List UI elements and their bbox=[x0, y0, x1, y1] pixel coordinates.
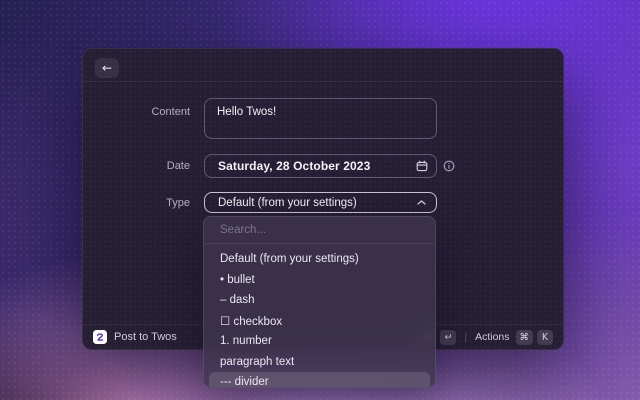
date-value: Saturday, 28 October 2023 bbox=[218, 159, 370, 173]
dropdown-options-list: Default (from your settings) • bullet – … bbox=[204, 244, 435, 388]
enter-key-badge: ↵ bbox=[440, 330, 456, 345]
type-label: Type bbox=[83, 196, 190, 210]
k-key-badge: K bbox=[537, 330, 553, 345]
dropdown-option-bullet[interactable]: • bullet bbox=[204, 270, 435, 291]
dropdown-option-divider[interactable]: --- divider bbox=[209, 372, 430, 388]
type-dropdown-panel: Default (from your settings) • bullet – … bbox=[203, 216, 436, 388]
shortcut-hints: ⌘ ↵ | Actions ⌘ K bbox=[419, 330, 553, 345]
post-to-twos-button[interactable]: Post to Twos bbox=[93, 330, 177, 344]
dropdown-option-default[interactable]: Default (from your settings) bbox=[204, 249, 435, 270]
content-input[interactable]: Hello Twos! bbox=[204, 98, 437, 139]
calendar-icon[interactable] bbox=[416, 160, 428, 172]
type-selected-value: Default (from your settings) bbox=[218, 197, 357, 209]
type-select[interactable]: Default (from your settings) bbox=[204, 192, 437, 213]
dropdown-option-number[interactable]: 1. number bbox=[204, 331, 435, 352]
chevron-up-icon bbox=[417, 200, 426, 205]
date-label: Date bbox=[83, 159, 190, 173]
dropdown-option-dash[interactable]: – dash bbox=[204, 290, 435, 311]
info-icon[interactable] bbox=[443, 160, 455, 172]
desktop-background: ← Content Hello Twos! Date Saturday, 28 … bbox=[0, 0, 640, 400]
shortcut-separator: | bbox=[464, 332, 467, 343]
actions-label: Actions bbox=[475, 331, 509, 343]
twos-logo-icon bbox=[93, 330, 107, 344]
content-label: Content bbox=[83, 105, 190, 119]
post-to-twos-label: Post to Twos bbox=[114, 331, 177, 343]
dropdown-option-checkbox[interactable]: ☐ checkbox bbox=[204, 311, 435, 332]
cmd-key-badge-2: ⌘ bbox=[516, 330, 534, 345]
dropdown-search bbox=[204, 217, 435, 244]
date-input[interactable]: Saturday, 28 October 2023 bbox=[204, 154, 437, 178]
dropdown-search-input[interactable] bbox=[204, 217, 435, 243]
dropdown-option-paragraph[interactable]: paragraph text bbox=[204, 352, 435, 373]
